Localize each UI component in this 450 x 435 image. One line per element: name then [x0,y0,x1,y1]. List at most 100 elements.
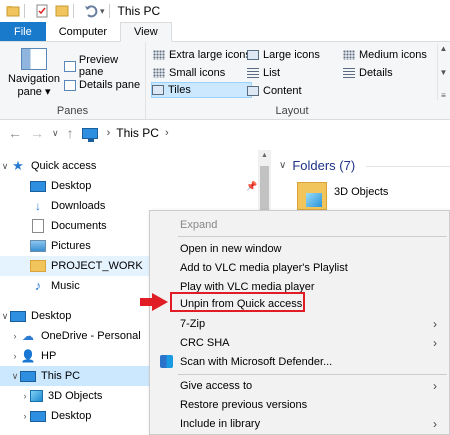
layout-extra-large-icons[interactable]: Extra large icons [153,47,251,63]
tree-item-label: Quick access [31,160,97,172]
tree-item-label: HP [41,350,57,362]
pictures-icon [30,240,46,252]
breadcrumb-chevron-icon[interactable]: › [165,127,169,139]
navigation-pane-icon [21,48,47,70]
layout-item-label: List [263,67,281,79]
back-arrow-icon[interactable]: ← [8,125,22,141]
tree-item-quick-access[interactable]: ∨ ★ Quick access [0,156,258,176]
chevron-down-icon[interactable]: ∨ [279,160,286,171]
chevron-right-icon[interactable]: › [10,331,20,341]
layout-list[interactable]: List [247,65,280,81]
chevron-right-icon[interactable]: › [20,391,30,401]
up-arrow-icon[interactable]: ↑ [67,125,74,141]
this-pc-icon [81,127,98,142]
menu-item-add-vlc-playlist[interactable]: Add to VLC media player's Playlist [150,258,449,277]
menu-item-label: Play with VLC media player [180,280,315,293]
3d-objects-folder-icon[interactable] [297,182,327,210]
preview-pane-button[interactable]: Preview pane [64,54,145,78]
submenu-arrow-icon: › [433,335,437,350]
title-bar: ▾ This PC [0,0,450,22]
recent-locations-icon[interactable]: ∨ [52,128,59,139]
navigation-pane-dropdown-icon: ▾ [45,86,51,98]
layout-medium-icons[interactable]: Medium icons [343,47,427,63]
menu-item-7zip[interactable]: 7-Zip › [150,314,449,333]
tree-item-label: PROJECT_WORK [51,260,143,272]
ribbon-view: Navigation pane ▾ Preview pane Details p… [0,42,450,120]
menu-item-label: Expand [180,218,218,231]
content-icon [247,86,259,96]
scroll-down-icon[interactable]: ▼ [440,68,448,77]
menu-item-scan-defender[interactable]: Scan with Microsoft Defender... [150,352,449,371]
scroll-up-icon[interactable]: ▲ [440,44,448,53]
menu-item-label: Add to VLC media player's Playlist [180,261,348,274]
folders-group-header[interactable]: ∨ Folders (7) [279,158,355,173]
qat-divider [24,4,25,18]
layout-item-label: Tiles [168,84,191,96]
menu-item-label: Restore previous versions [180,398,308,411]
layout-item-label: Small icons [169,67,226,79]
breadcrumb-chevron-icon[interactable]: › [107,127,111,139]
annotation-arrow-icon [140,293,168,311]
submenu-arrow-icon: › [433,416,437,431]
chevron-right-icon[interactable]: › [10,351,20,361]
layout-item-label: Details [359,67,393,79]
undo-icon[interactable] [84,4,98,18]
layout-tiles[interactable]: Tiles [151,82,252,98]
star-icon: ★ [12,158,24,173]
qat-customize-icon[interactable]: ▾ [100,6,105,17]
pin-icon[interactable]: 📌 [246,181,257,192]
chevron-right-icon[interactable]: › [20,411,30,421]
layout-gallery-scroll[interactable]: ▲ ▼ ≡ [437,44,449,100]
tree-item-desktop[interactable]: Desktop 📌 [0,176,258,196]
tree-item-label: Music [51,280,80,292]
menu-item-include-library[interactable]: Include in library › [150,414,449,433]
music-icon: ♪ [34,278,42,293]
properties-icon[interactable] [35,4,49,18]
breadcrumb-this-pc[interactable]: This PC [116,126,159,140]
menu-item-crc-sha[interactable]: CRC SHA › [150,333,449,352]
menu-item-expand[interactable]: Expand [150,215,449,234]
tree-item-label: This PC [41,370,81,382]
qat-divider [108,4,110,18]
chevron-down-icon[interactable]: ∨ [0,311,10,322]
tree-item-label: Desktop [31,310,72,322]
chevron-down-icon[interactable]: ∨ [10,371,20,382]
tree-item-label: Desktop [51,180,92,192]
menu-item-give-access[interactable]: Give access to › [150,376,449,395]
details-pane-button[interactable]: Details pane [64,79,140,91]
forward-arrow-icon[interactable]: → [30,125,44,141]
tab-file[interactable]: File [0,22,46,41]
layout-large-icons[interactable]: Large icons [247,47,320,63]
menu-item-label: Scan with Microsoft Defender... [180,355,333,368]
navigation-pane-button[interactable]: Navigation pane ▾ [6,46,62,99]
details-pane-icon [64,79,76,91]
menu-item-restore-versions[interactable]: Restore previous versions [150,395,449,414]
layout-content[interactable]: Content [247,83,302,99]
tree-item-label: Downloads [51,200,106,212]
panes-group: Navigation pane ▾ Preview pane Details p… [0,42,146,120]
chevron-down-icon[interactable]: ∨ [0,161,10,172]
folder-name[interactable]: 3D Objects [334,186,388,198]
small-icons-icon [153,68,165,78]
folders-header-label: Folders (7) [292,158,356,173]
tab-computer[interactable]: Computer [46,22,120,41]
document-icon [32,219,44,233]
gallery-expand-icon[interactable]: ≡ [441,91,446,100]
defender-shield-icon [160,355,173,368]
window-title: This PC [117,4,161,18]
scroll-up-icon[interactable]: ▲ [258,152,271,159]
menu-item-open-new-window[interactable]: Open in new window [150,239,449,258]
desktop-icon [10,310,26,322]
large-icons-icon [247,50,259,60]
layout-details[interactable]: Details [343,65,393,81]
address-bar: ← → ∨ ↑ › This PC › [0,121,450,145]
list-icon [247,68,259,78]
breadcrumb[interactable]: › This PC › [81,126,175,142]
submenu-arrow-icon: › [433,378,437,393]
ribbon-tabs: File Computer View [0,22,450,42]
extra-large-icons-icon [153,50,165,60]
tab-view[interactable]: View [120,22,172,42]
new-folder-icon[interactable] [55,4,69,18]
layout-item-label: Content [263,85,302,97]
layout-small-icons[interactable]: Small icons [153,65,225,81]
